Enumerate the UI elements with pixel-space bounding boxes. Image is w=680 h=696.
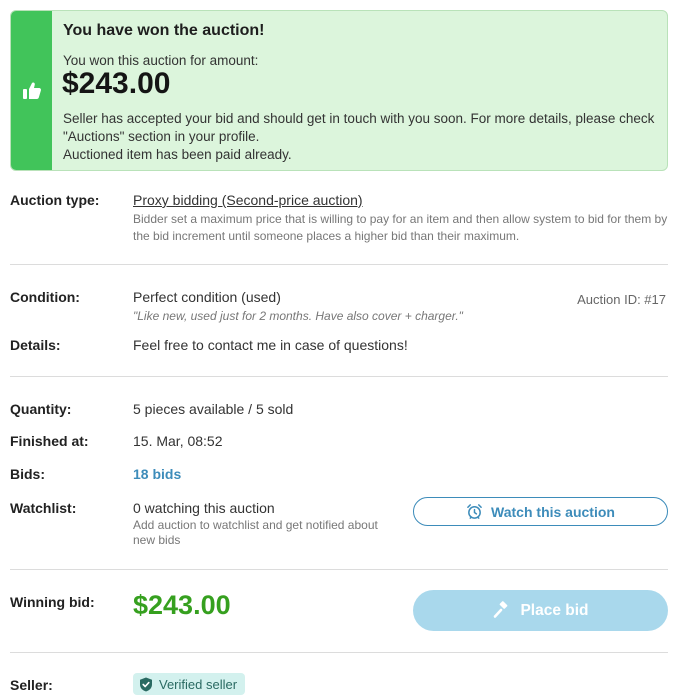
auction-type-label: Auction type: [10,192,100,208]
watch-auction-button[interactable]: Watch this auction [413,497,668,526]
auction-id: Auction ID: #17 [577,292,666,307]
divider [10,264,668,265]
auction-type-description: Bidder set a maximum price that is willi… [133,212,668,243]
auction-won-banner: You have won the auction! You won this a… [10,10,668,171]
bids-link[interactable]: 18 bids [133,466,181,482]
finished-at-label: Finished at: [10,433,89,449]
bids-label: Bids: [10,466,45,482]
watch-auction-button-label: Watch this auction [491,503,615,520]
shield-check-icon [140,677,152,691]
gavel-icon [494,600,508,618]
divider [10,569,668,570]
banner-message: Seller has accepted your bid and should … [63,110,663,164]
seller-label: Seller: [10,677,53,693]
details-label: Details: [10,337,61,353]
condition-note: "Like new, used just for 2 months. Have … [133,309,463,323]
details-value: Feel free to contact me in case of quest… [133,337,408,353]
quantity-value: 5 pieces available / 5 sold [133,401,294,417]
divider [10,652,668,653]
watchlist-label: Watchlist: [10,500,77,516]
place-bid-button-label: Place bid [520,601,589,619]
thumbs-up-icon [22,82,41,99]
alarm-clock-icon [467,504,482,519]
quantity-label: Quantity: [10,401,72,417]
auction-type-link[interactable]: Proxy bidding (Second-price auction) [133,192,363,208]
watchlist-note: Add auction to watchlist and get notifie… [133,518,378,547]
verified-seller-badge: Verified seller [133,673,246,695]
banner-message-line1: Seller has accepted your bid and should … [63,111,655,144]
won-amount: $243.00 [62,67,171,100]
condition-value: Perfect condition (used) [133,289,281,305]
verified-seller-label: Verified seller [159,676,238,692]
winning-bid-label: Winning bid: [10,594,95,610]
divider [10,376,668,377]
winning-bid-amount: $243.00 [133,590,231,620]
banner-accent-strip [11,11,52,170]
finished-at-value: 15. Mar, 08:52 [133,433,223,449]
banner-subtitle: You won this auction for amount: [63,53,259,68]
watchlist-count: 0 watching this auction [133,500,275,516]
banner-message-line2: Auctioned item has been paid already. [63,147,292,162]
condition-label: Condition: [10,289,80,305]
banner-title: You have won the auction! [63,22,265,39]
place-bid-button[interactable]: Place bid [413,590,668,631]
